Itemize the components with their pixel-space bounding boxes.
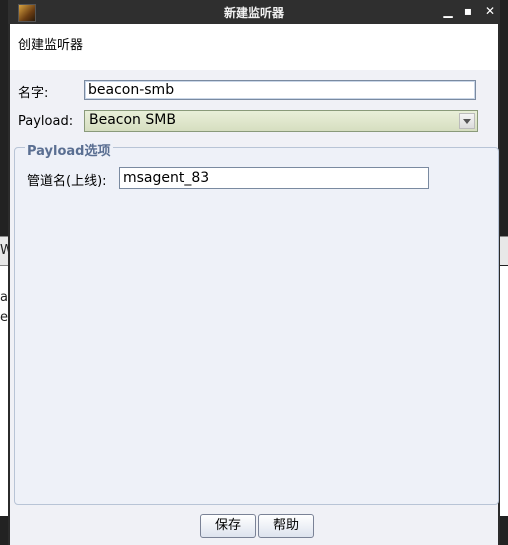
- payload-options-group: Payload选项 管道名(上线):: [14, 140, 499, 505]
- save-button[interactable]: 保存: [200, 514, 256, 538]
- chevron-down-icon: [463, 119, 471, 124]
- payload-select[interactable]: Beacon SMB: [84, 110, 478, 132]
- dialog-header-text: 创建监听器: [18, 38, 84, 53]
- payload-selected-value: Beacon SMB: [89, 112, 176, 128]
- dialog-body: 创建监听器 名字: Payload: Beacon SMB Payload选项 …: [10, 24, 499, 545]
- window-title: 新建监听器: [223, 6, 284, 20]
- payload-options-title: Payload选项: [25, 140, 113, 159]
- background-text: e: [0, 310, 8, 325]
- title-bar[interactable]: 新建监听器 ▁ ▪ ✕: [8, 0, 500, 24]
- dropdown-button[interactable]: [459, 113, 475, 129]
- maximize-icon[interactable]: ▪: [460, 3, 476, 19]
- pipe-name-input[interactable]: [119, 167, 429, 189]
- new-listener-dialog: 新建监听器 ▁ ▪ ✕ 创建监听器 名字: Payload: Beacon SM…: [8, 0, 500, 545]
- name-label: 名字:: [18, 86, 49, 101]
- pipe-name-label: 管道名(上线):: [27, 174, 107, 189]
- background-app-right: [500, 0, 508, 545]
- name-input[interactable]: [84, 80, 476, 100]
- dialog-header: 创建监听器: [10, 24, 498, 70]
- close-icon[interactable]: ✕: [482, 3, 498, 19]
- background-panel: [500, 266, 508, 516]
- background-text: a: [0, 290, 8, 305]
- help-button[interactable]: 帮助: [258, 514, 314, 538]
- minimize-icon[interactable]: ▁: [440, 3, 456, 19]
- background-tab-strip: [500, 236, 508, 265]
- payload-label: Payload:: [18, 114, 74, 129]
